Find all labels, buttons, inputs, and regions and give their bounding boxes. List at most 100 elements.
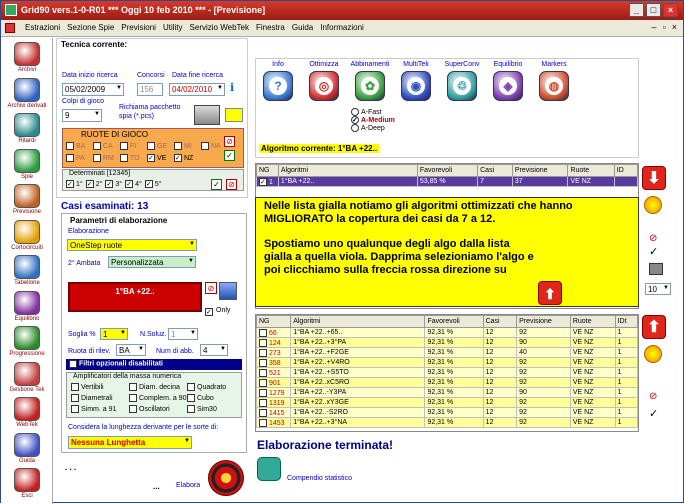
algo-button-multitek[interactable]: ◉	[401, 71, 431, 101]
ruote-clear-icon[interactable]: ⊘	[224, 136, 235, 147]
bucket-top-icon[interactable]	[644, 196, 662, 214]
clear-top-icon[interactable]: ⊘	[649, 233, 657, 244]
ruota-checkbox[interactable]	[120, 154, 128, 162]
sidebar-item-progressione[interactable]: Progressione	[5, 326, 49, 357]
column-header[interactable]: Favorevoli	[416, 164, 479, 177]
compendio-icon[interactable]	[257, 457, 281, 481]
elaborazione-select[interactable]: OneStep ruote	[67, 239, 197, 251]
screen-icon[interactable]	[219, 282, 237, 300]
determinato-5[interactable]: 5°	[144, 180, 162, 188]
column-header[interactable]: IDt	[614, 315, 638, 328]
menu-finestra[interactable]: Finestra	[256, 23, 285, 32]
ambata-select[interactable]: Personalizzata	[108, 256, 196, 268]
table-row[interactable]: 66 1°BA +22..+65.. 92,31 % 12 92 VE NZ 1	[256, 327, 638, 338]
column-header[interactable]: Casi	[482, 315, 518, 328]
determinato-checkbox[interactable]	[85, 180, 94, 188]
colpi-select[interactable]: 9	[62, 109, 102, 122]
move-up-button[interactable]: ⬆	[642, 315, 666, 339]
sidebar-item-previsione[interactable]: Previsione	[5, 184, 49, 215]
column-header[interactable]: Previsione	[516, 315, 571, 328]
table-row[interactable]: 521 1°BA +22..+S5TO 92,31 % 12 92 VE NZ 1	[256, 367, 638, 378]
ampl-checkbox[interactable]	[187, 394, 195, 402]
row-checkbox[interactable]	[259, 418, 267, 427]
sidebar-item-archivi[interactable]: Archivi	[5, 42, 49, 73]
nsoluz-select[interactable]: 1	[168, 328, 198, 340]
data-inizio-input[interactable]: 05/02/2009	[62, 83, 124, 96]
sidebar-item-esci[interactable]: Esci	[5, 468, 49, 499]
afast-radio[interactable]	[351, 108, 359, 116]
close-button[interactable]: ×	[663, 3, 678, 17]
determinato-checkbox[interactable]	[125, 180, 134, 188]
row-checkbox[interactable]	[259, 378, 267, 387]
ruota-ca[interactable]: CA	[93, 142, 113, 150]
sidebar-item-ritardi[interactable]: Ritardi	[5, 113, 49, 144]
table-row[interactable]: 124 1°BA +22..+3°PA 92,31 % 12 90 VE NZ 1	[256, 337, 638, 348]
ruota-ba[interactable]: BA	[66, 142, 85, 150]
sidebar-item-guida[interactable]: Guida	[5, 432, 49, 464]
concorsi-input[interactable]: 156	[137, 83, 163, 96]
clear-bottom-icon[interactable]: ⊘	[649, 391, 657, 402]
ruota-checkbox[interactable]	[174, 142, 182, 150]
row-checkbox[interactable]	[259, 328, 267, 337]
row-checkbox[interactable]	[259, 358, 267, 367]
column-header[interactable]: NG	[256, 315, 292, 328]
ruota-rilev-select[interactable]: BA	[116, 344, 146, 356]
ruota-fi[interactable]: FI	[120, 142, 136, 150]
ruota-checkbox[interactable]	[174, 154, 182, 162]
ampl-checkbox[interactable]	[187, 405, 195, 413]
check-all-icon[interactable]: ✓	[211, 179, 222, 190]
amedium-radio[interactable]	[351, 116, 359, 124]
algo-button-superconv[interactable]: ♲	[447, 71, 477, 101]
menu-estrazioni[interactable]: Estrazioni	[25, 23, 60, 32]
determinato-checkbox[interactable]	[144, 180, 153, 188]
right-count-select[interactable]: 10	[645, 283, 671, 295]
table-row[interactable]: 358 1°BA +22..+V4RO 92,31 % 12 92 VE NZ 1	[256, 357, 638, 368]
selected-algo-box[interactable]: 1°BA +22..	[68, 282, 202, 312]
row-checkbox[interactable]	[259, 398, 267, 407]
ampl-sim30[interactable]: Sim30	[187, 405, 217, 413]
filtri-bar[interactable]: Filtri opzionali disabilitati	[66, 359, 242, 370]
table-row[interactable]: 1279 1°BA +22..-Y3PA 92,31 % 12 90 VE NZ 1	[256, 387, 638, 398]
column-header[interactable]: Favorevoli	[424, 315, 484, 328]
ampl-checkbox[interactable]	[129, 405, 137, 413]
remove-algo-icon[interactable]: ⊘	[205, 282, 217, 294]
row-checkbox[interactable]	[259, 368, 267, 377]
column-header[interactable]: Casi	[477, 164, 513, 177]
ampl-checkbox[interactable]	[71, 405, 79, 413]
ampl-simm-a-91[interactable]: Simm. a 91	[71, 405, 116, 413]
info-icon[interactable]: ℹ	[230, 81, 234, 94]
algo-button-markers[interactable]: ◍	[539, 71, 569, 101]
ampl-checkbox[interactable]	[71, 383, 79, 391]
column-header[interactable]: NG	[256, 164, 279, 177]
elabora-button[interactable]	[208, 460, 244, 496]
menu-utility[interactable]: Utility	[163, 23, 183, 32]
ampl-checkbox[interactable]	[71, 394, 79, 402]
menu-sezione-spie[interactable]: Sezione Spie	[67, 23, 114, 32]
menu-servizio-webtek[interactable]: Servizio WebTek	[190, 23, 249, 32]
determinato-3[interactable]: 3°	[105, 180, 122, 188]
table-row[interactable]: 1319 1°BA +22..xY3GE 92,31 % 12 92 VE NZ 1	[256, 397, 638, 408]
ampl-checkbox[interactable]	[129, 394, 137, 402]
ruota-checkbox[interactable]	[93, 142, 101, 150]
sidebar-item-archivi-derivati[interactable]: Archivi derivati	[5, 77, 49, 109]
determinato-checkbox[interactable]	[66, 180, 74, 188]
move-down-button[interactable]: ⬇	[642, 166, 666, 190]
sidebar-item-gestione-tek[interactable]: Gestione Tek	[5, 361, 49, 393]
ampl-cubo[interactable]: Cubo	[187, 394, 214, 402]
determinato-1[interactable]: 1°	[66, 180, 83, 188]
algo-button-ottimizza[interactable]: ◎	[309, 71, 339, 101]
table-row[interactable]: 1453 1°BA +22..+3°NA 92,31 % 12 92 VE NZ 1	[256, 417, 638, 428]
numabb-select[interactable]: 4	[200, 344, 228, 356]
sidebar-item-tabellone[interactable]: Tabellone	[5, 255, 49, 286]
lunghezza-select[interactable]: Nessuna Lunghetta	[68, 436, 192, 449]
ruota-ge[interactable]: GE	[147, 142, 167, 150]
maximize-button[interactable]: □	[646, 3, 661, 17]
sidebar-item-webtek[interactable]: WebTek	[5, 397, 49, 428]
row-checkbox[interactable]	[259, 338, 267, 347]
mdi-restore-button[interactable]: ▫	[663, 22, 666, 32]
ruota-nz[interactable]: NZ	[174, 154, 193, 162]
algo-button-info[interactable]: ?	[263, 71, 293, 101]
row-checkbox[interactable]	[259, 388, 267, 397]
column-header[interactable]: ID	[613, 164, 639, 177]
bucket-bottom-icon[interactable]	[644, 345, 662, 363]
